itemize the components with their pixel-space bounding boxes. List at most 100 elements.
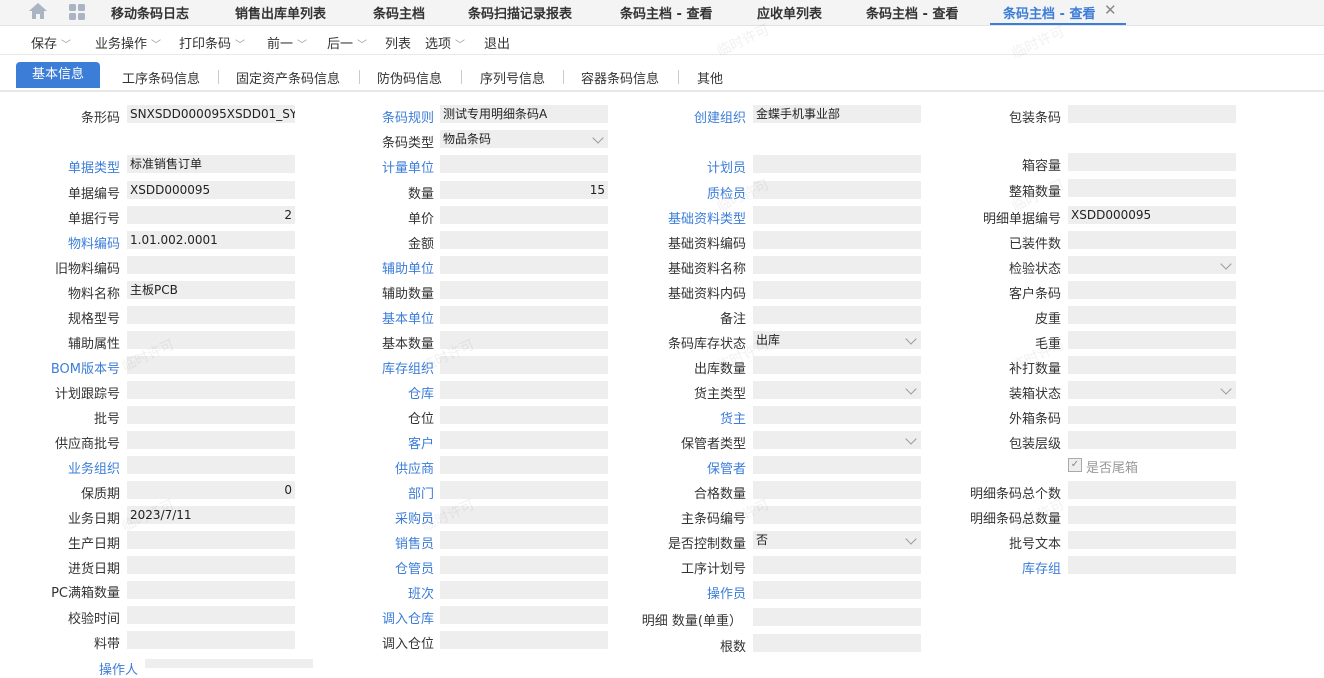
remark-field[interactable] [753, 306, 921, 324]
in-date-field[interactable] [127, 556, 295, 574]
label-unit[interactable]: 计量单位 [334, 157, 434, 176]
barcode-type-select[interactable]: 物品条码 [440, 130, 608, 148]
list-button[interactable]: 列表 [385, 33, 411, 52]
print-barcode-button[interactable]: 打印条码 ﹀ [179, 33, 245, 52]
label-barcode-rule[interactable]: 条码规则 [334, 107, 434, 126]
tail-box-checkbox[interactable]: ✓ [1068, 458, 1082, 472]
pc-field[interactable] [127, 581, 295, 599]
amount-field[interactable] [440, 231, 608, 249]
process-plan-field[interactable] [753, 556, 921, 574]
chevron-down-icon[interactable]: ﹀ [235, 36, 245, 51]
label-in-warehouse[interactable]: 调入仓库 [334, 608, 434, 627]
old-material-code-field[interactable] [127, 256, 295, 274]
base-code-field[interactable] [753, 231, 921, 249]
lot-field[interactable] [127, 406, 295, 424]
base-name-field[interactable] [753, 256, 921, 274]
doc-type-field[interactable]: 标准销售订单 [127, 155, 295, 173]
stock-group-field[interactable] [1068, 556, 1236, 574]
outer-barcode-field[interactable] [1068, 406, 1236, 424]
cust-barcode-field[interactable] [1068, 281, 1236, 299]
save-button[interactable]: 保存 ﹀ [31, 33, 71, 52]
label-operator[interactable]: 操作员 [626, 583, 746, 602]
subtab-basic-info[interactable]: 基本信息 [16, 62, 100, 88]
tab-sales-out-list[interactable]: 销售出库单列表 [235, 3, 326, 22]
close-tab-icon[interactable]: ✕ [1104, 1, 1117, 19]
label-bom[interactable]: BOM版本号 [20, 358, 120, 377]
tab-barcode-master-view-1[interactable]: 条码主档 - 查看 [620, 3, 712, 22]
label-biz-org[interactable]: 业务组织 [20, 458, 120, 477]
plan-track-field[interactable] [127, 381, 295, 399]
material-tape-field[interactable] [127, 631, 295, 649]
app-grid-icon[interactable] [68, 3, 86, 21]
label-stock-group[interactable]: 库存组 [930, 558, 1061, 577]
box-capacity-field[interactable] [1068, 153, 1236, 171]
pack-level-field[interactable] [1068, 431, 1236, 449]
label-warehouse[interactable]: 仓库 [334, 383, 434, 402]
doc-line-field[interactable]: 2 [127, 206, 295, 224]
subtab-other[interactable]: 其他 [697, 68, 723, 87]
unit-field[interactable] [440, 155, 608, 173]
qty-field[interactable]: 15 [440, 181, 608, 199]
options-button[interactable]: 选项 ﹀ [425, 33, 465, 52]
chevron-down-icon[interactable] [1220, 383, 1232, 395]
shift-field[interactable] [440, 581, 608, 599]
gross-field[interactable] [1068, 331, 1236, 349]
inspect-status-select[interactable] [1068, 256, 1236, 274]
check-time-field[interactable] [127, 606, 295, 624]
label-planner[interactable]: 计划员 [626, 157, 746, 176]
label-keeper-3[interactable]: 保管者 [626, 458, 746, 477]
chevron-down-icon[interactable]: ﹀ [61, 36, 71, 51]
inspector-field[interactable] [753, 181, 921, 199]
seller-field[interactable] [440, 531, 608, 549]
label-base-unit[interactable]: 基本单位 [334, 308, 434, 327]
in-location-field[interactable] [440, 631, 608, 649]
barcode-field[interactable]: SNXSDD000095XSDD01_SYS [127, 105, 295, 123]
label-aux-unit[interactable]: 辅助单位 [334, 258, 434, 277]
price-field[interactable] [440, 206, 608, 224]
reprint-field[interactable] [1068, 356, 1236, 374]
supplier-field[interactable] [440, 456, 608, 474]
label-shift[interactable]: 班次 [334, 583, 434, 602]
chevron-down-icon[interactable] [1220, 258, 1232, 270]
subtab-fixed-asset[interactable]: 固定资产条码信息 [236, 68, 340, 87]
material-code-field[interactable]: 1.01.002.0001 [127, 231, 295, 249]
label-customer[interactable]: 客户 [334, 433, 434, 452]
subtab-process-barcode[interactable]: 工序条码信息 [122, 68, 200, 87]
tab-mobile-barcode-log[interactable]: 移动条码日志 [111, 3, 189, 22]
keeper-field[interactable] [440, 556, 608, 574]
tab-receivable-list[interactable]: 应收单列表 [757, 3, 822, 22]
aux-unit-field[interactable] [440, 256, 608, 274]
detail-qty-field[interactable] [753, 608, 921, 626]
full-box-qty-field[interactable] [1068, 179, 1236, 197]
chevron-down-icon[interactable] [905, 433, 917, 445]
subtab-serial[interactable]: 序列号信息 [480, 68, 545, 87]
chevron-down-icon[interactable]: ﹀ [297, 36, 307, 51]
detail-total-qty-field[interactable] [1068, 506, 1236, 524]
subtab-container[interactable]: 容器条码信息 [581, 68, 659, 87]
label-doc-type[interactable]: 单据类型 [20, 157, 120, 176]
home-icon[interactable] [28, 2, 48, 20]
planner-field[interactable] [753, 155, 921, 173]
label-supplier[interactable]: 供应商 [334, 458, 434, 477]
owner-field[interactable] [753, 406, 921, 424]
label-create-org[interactable]: 创建组织 [626, 107, 746, 126]
label-owner[interactable]: 货主 [626, 408, 746, 427]
stock-org-field[interactable] [440, 356, 608, 374]
pack-barcode-field[interactable] [1068, 105, 1236, 123]
packed-field[interactable] [1068, 231, 1236, 249]
stock-status-select[interactable]: 出库 [753, 331, 921, 349]
barcode-rule-field[interactable]: 测试专用明细条码A [440, 105, 608, 123]
chevron-down-icon[interactable]: ﹀ [455, 36, 465, 51]
tab-barcode-master[interactable]: 条码主档 [373, 3, 425, 22]
label-keeper[interactable]: 仓管员 [334, 558, 434, 577]
material-name-field[interactable]: 主板PCB [127, 281, 295, 299]
detail-total-field[interactable] [1068, 481, 1236, 499]
exit-button[interactable]: 退出 [484, 33, 510, 52]
main-barcode-field[interactable] [753, 506, 921, 524]
create-org-field[interactable]: 金蝶手机事业部 [753, 105, 921, 123]
customer-field[interactable] [440, 431, 608, 449]
tab-scan-record-report[interactable]: 条码扫描记录报表 [468, 3, 572, 22]
chevron-down-icon[interactable] [905, 383, 917, 395]
base-type-field[interactable] [753, 206, 921, 224]
detail-doc-no-field[interactable]: XSDD000095 [1068, 206, 1236, 224]
